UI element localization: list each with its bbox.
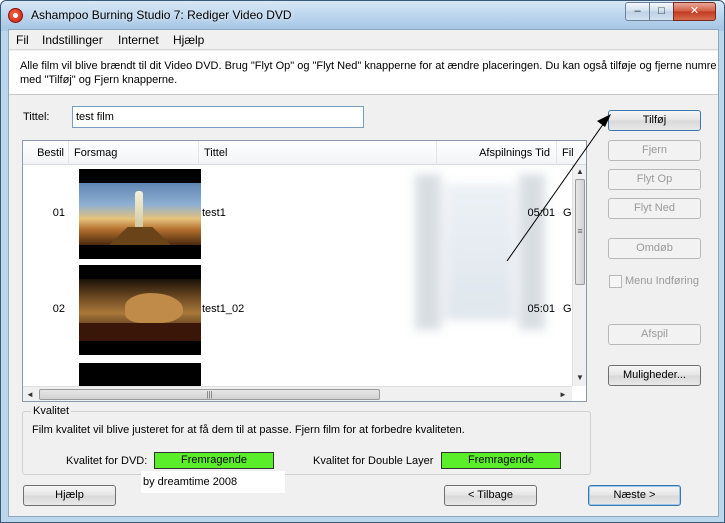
menu-internet[interactable]: Internet (118, 33, 159, 47)
dvd-quality-label: Kvalitet for DVD: (66, 455, 148, 467)
maximize-button[interactable]: □ (649, 2, 674, 21)
scroll-down-arrow-icon[interactable]: ▼ (573, 371, 586, 385)
column-header-order[interactable]: Bestil (23, 141, 69, 165)
title-input[interactable] (72, 106, 364, 128)
vertical-scrollbar[interactable]: ▲ ▼ (572, 165, 586, 386)
close-button[interactable]: ✕ (673, 2, 716, 21)
column-header-preview[interactable]: Forsmag (69, 141, 199, 165)
move-down-button[interactable]: Flyt Ned (608, 198, 701, 219)
row-order: 02 (52, 303, 65, 315)
options-button[interactable]: Muligheder... (608, 365, 701, 386)
double-layer-quality-indicator: Fremragende (441, 452, 561, 469)
menu-settings[interactable]: Indstillinger (42, 33, 103, 47)
instructions-line-1: Alle film vil blive brændt til dit Video… (20, 60, 717, 72)
menu-file[interactable]: Fil (16, 33, 29, 47)
column-header-title[interactable]: Tittel (199, 141, 437, 165)
play-button[interactable]: Afspil (608, 324, 701, 345)
move-up-button[interactable]: Flyt Op (608, 169, 701, 190)
scroll-left-arrow-icon[interactable]: ◄ (26, 387, 38, 401)
credit-caption: by dreamtime 2008 (141, 471, 285, 493)
ashampoo-app-icon (8, 8, 23, 23)
remove-button[interactable]: Fjern (608, 140, 701, 161)
horizontal-scrollbar[interactable]: ◄ ||| ► (23, 386, 572, 401)
title-bar[interactable]: Ashampoo Burning Studio 7: Rediger Video… (1, 1, 724, 29)
table-row[interactable]: 01 test1 05:01 G:\ (23, 165, 578, 261)
double-layer-quality-label: Kvalitet for Double Layer (313, 455, 434, 467)
app-window: Ashampoo Burning Studio 7: Rediger Video… (0, 0, 725, 523)
scroll-right-arrow-icon[interactable]: ► (559, 387, 571, 401)
row-title: test1 (202, 207, 226, 219)
row-duration: 05:01 (527, 207, 555, 219)
vertical-scroll-thumb[interactable] (575, 179, 585, 285)
video-preview-thumbnail (79, 265, 201, 355)
instructions-panel: Alle film vil blive brændt til dit Video… (9, 51, 718, 95)
instructions-line-2: med "Tilføj" og Fjern knapperne. (20, 74, 178, 86)
quality-group: Kvalitet Film kvalitet vil blive justere… (22, 405, 591, 475)
column-header-duration[interactable]: Afspilnings Tid (437, 141, 557, 165)
quality-legend: Kvalitet (31, 405, 72, 417)
video-preview-thumbnail (79, 169, 201, 259)
table-row[interactable]: 02 test1_02 05:01 G:\ (23, 261, 578, 357)
rename-button[interactable]: Omdøb (608, 238, 701, 259)
menu-bar: Fil Indstillinger Internet Hjælp (9, 30, 718, 50)
scroll-up-arrow-icon[interactable]: ▲ (573, 165, 586, 179)
client-area: Fil Indstillinger Internet Hjælp Alle fi… (8, 29, 719, 517)
menu-help[interactable]: Hjælp (173, 33, 204, 47)
back-button[interactable]: < Tilbage (444, 485, 537, 506)
checkbox-box[interactable] (609, 275, 622, 288)
horizontal-scroll-thumb[interactable]: ||| (39, 389, 380, 400)
window-title: Ashampoo Burning Studio 7: Rediger Video… (31, 8, 292, 22)
next-button[interactable]: Næste > (588, 485, 681, 506)
minimize-button[interactable]: – (625, 2, 650, 21)
menu-entry-label: Menu Indføring (625, 275, 699, 287)
help-button[interactable]: Hjælp (23, 485, 116, 506)
row-title: test1_02 (202, 303, 245, 315)
movie-list[interactable]: Bestil Forsmag Tittel Afspilnings Tid Fi… (22, 140, 587, 402)
column-header-file[interactable]: Fil (557, 141, 586, 165)
quality-description: Film kvalitet vil blive justeret for at … (32, 424, 465, 436)
row-order: 01 (52, 207, 65, 219)
dvd-quality-indicator: Fremragende (154, 452, 274, 469)
row-duration: 05:01 (527, 303, 555, 315)
list-header: Bestil Forsmag Tittel Afspilnings Tid Fi… (23, 141, 586, 165)
add-button[interactable]: Tilføj (608, 110, 701, 131)
title-field-label: Tittel: (23, 111, 50, 123)
